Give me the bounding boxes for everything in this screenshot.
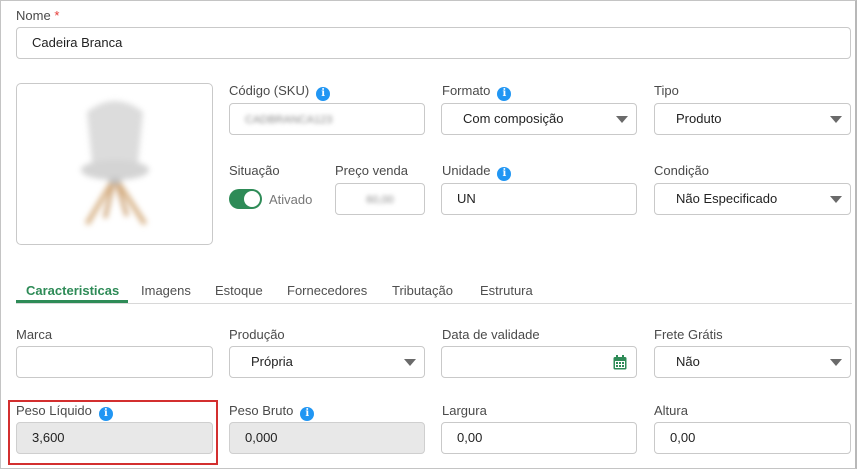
tipo-select[interactable]: Produto bbox=[654, 103, 851, 135]
preco-venda-label: Preço venda bbox=[335, 163, 408, 178]
producao-label: Produção bbox=[229, 327, 285, 342]
unidade-label: Unidade i bbox=[442, 163, 512, 181]
required-mark: * bbox=[54, 8, 60, 23]
info-icon[interactable]: i bbox=[316, 87, 331, 101]
peso-bruto-label: Peso Bruto i bbox=[229, 403, 315, 421]
largura-label: Largura bbox=[442, 403, 487, 418]
tab-imagens[interactable]: Imagens bbox=[141, 283, 191, 298]
product-image[interactable] bbox=[16, 83, 213, 245]
chevron-down-icon bbox=[404, 359, 416, 366]
chevron-down-icon bbox=[616, 116, 628, 123]
chevron-down-icon bbox=[830, 116, 842, 123]
situacao-toggle-label: Ativado bbox=[269, 192, 313, 207]
tab-caracteristicas[interactable]: Caracteristicas bbox=[26, 283, 119, 298]
preco-venda-value: 60,00 bbox=[366, 194, 394, 206]
peso-liquido-input[interactable]: 3,600 bbox=[16, 422, 213, 454]
data-validade-input[interactable] bbox=[441, 346, 637, 378]
info-icon[interactable]: i bbox=[497, 167, 512, 181]
info-icon[interactable]: i bbox=[98, 407, 113, 421]
data-validade-label: Data de validade bbox=[442, 327, 540, 342]
producao-select[interactable]: Própria bbox=[229, 346, 425, 378]
frete-gratis-select[interactable]: Não bbox=[654, 346, 851, 378]
info-icon[interactable]: i bbox=[497, 87, 512, 101]
nome-input[interactable]: Cadeira Branca bbox=[16, 27, 851, 59]
tipo-label: Tipo bbox=[654, 83, 679, 98]
peso-liquido-label: Peso Líquido i bbox=[16, 403, 113, 421]
altura-label: Altura bbox=[654, 403, 688, 418]
formato-label: Formato i bbox=[442, 83, 512, 101]
frete-gratis-label: Frete Grátis bbox=[654, 327, 723, 342]
chevron-down-icon bbox=[830, 196, 842, 203]
sku-value: CADBRANCA123 bbox=[245, 114, 333, 126]
chair-image bbox=[81, 101, 149, 226]
largura-input[interactable]: 0,00 bbox=[441, 422, 637, 454]
sku-input[interactable]: CADBRANCA123 bbox=[229, 103, 425, 135]
info-icon[interactable]: i bbox=[300, 407, 315, 421]
marca-input[interactable] bbox=[16, 346, 213, 378]
situacao-toggle[interactable] bbox=[229, 189, 262, 209]
tab-estrutura[interactable]: Estrutura bbox=[480, 283, 533, 298]
nome-label: Nome * bbox=[16, 8, 60, 23]
tab-tributacao[interactable]: Tributação bbox=[392, 283, 453, 298]
marca-label: Marca bbox=[16, 327, 53, 342]
unidade-input[interactable]: UN bbox=[441, 183, 637, 215]
sku-label: Código (SKU) i bbox=[229, 83, 331, 101]
condicao-label: Condição bbox=[654, 163, 709, 178]
altura-input[interactable]: 0,00 bbox=[654, 422, 851, 454]
preco-venda-input[interactable]: 60,00 bbox=[335, 183, 425, 215]
tab-estoque[interactable]: Estoque bbox=[215, 283, 263, 298]
active-tab-indicator bbox=[16, 300, 128, 303]
peso-bruto-input[interactable]: 0,000 bbox=[229, 422, 425, 454]
chevron-down-icon bbox=[830, 359, 842, 366]
situacao-label: Situação bbox=[229, 163, 280, 178]
formato-select[interactable]: Com composição bbox=[441, 103, 637, 135]
calendar-icon[interactable] bbox=[613, 355, 627, 370]
tab-fornecedores[interactable]: Fornecedores bbox=[287, 283, 367, 298]
condicao-select[interactable]: Não Especificado bbox=[654, 183, 851, 215]
tab-bar: Caracteristicas Imagens Estoque Forneced… bbox=[16, 282, 852, 304]
